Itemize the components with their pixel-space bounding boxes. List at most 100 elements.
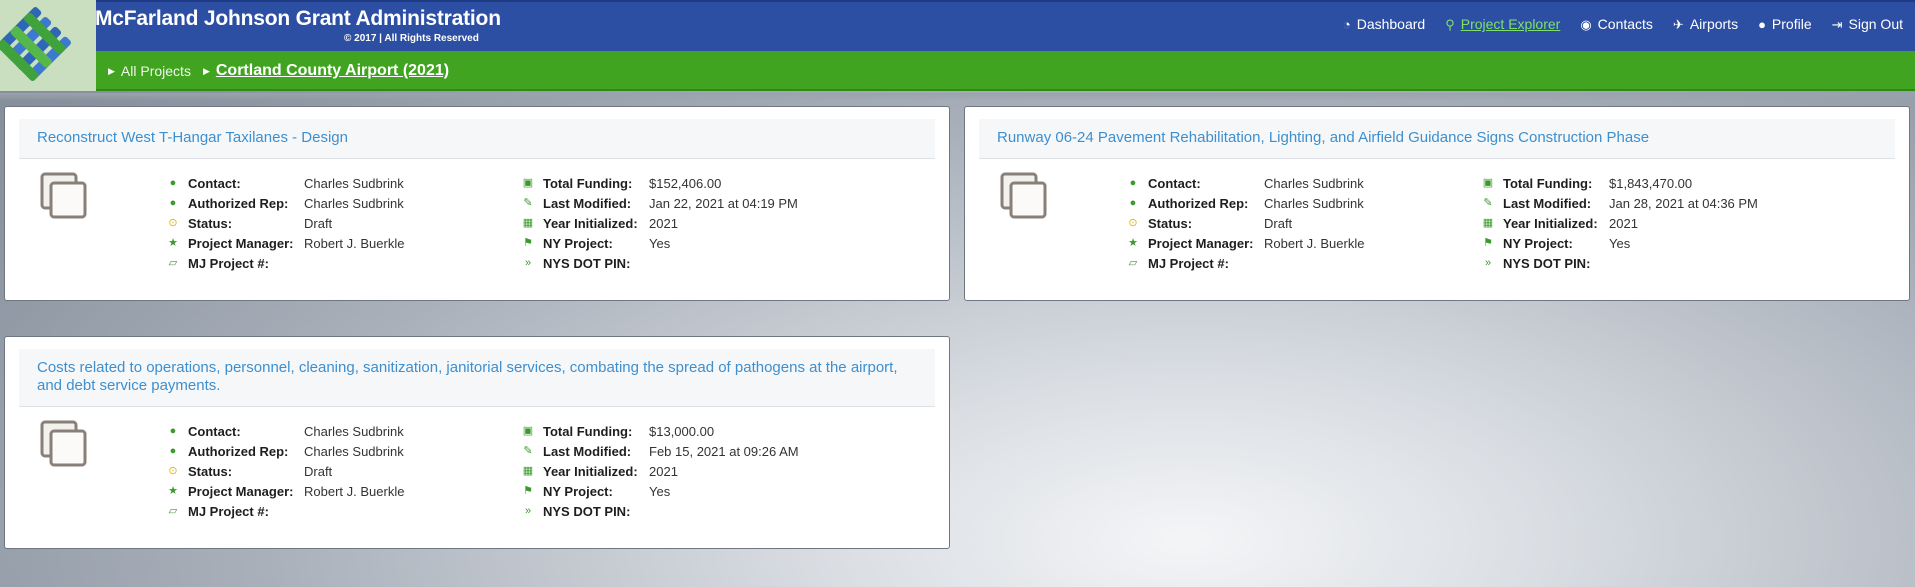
project-detail-column: ▣ Total Funding: $13,000.00 ✎ Last Modified:… (521, 421, 799, 521)
project-card-header: Runway 06-24 Pavement Rehabilitation, Li… (979, 119, 1895, 159)
detail-value: Charles Sudbrink (304, 175, 404, 191)
header-shadow (0, 93, 1915, 101)
folder-open-icon: ▱ (168, 504, 178, 517)
calendar-icon: ▦ (522, 464, 534, 477)
detail-row-total-funding: ▣ Total Funding: $13,000.00 (521, 421, 714, 441)
nav-profile-label: Profile (1771, 16, 1812, 32)
detail-label: Status: (188, 215, 233, 231)
double-chevron-right-icon: » (524, 256, 532, 269)
detail-row-year-initialized: ▦ Year Initialized: 2021 (1481, 213, 1638, 233)
double-chevron-right-icon: » (524, 504, 532, 517)
detail-value: 2021 (1609, 215, 1638, 231)
detail-row-nys-dot-pin: » NYS DOT PIN: (521, 501, 638, 521)
flag-icon: ⚑ (523, 236, 533, 249)
detail-row-mj-project: ▱ MJ Project #: (166, 501, 293, 521)
user-icon: ● (169, 176, 177, 189)
detail-row-contact: ● Contact: Charles Sudbrink (166, 421, 404, 441)
detail-label: NY Project: (1503, 235, 1573, 251)
detail-row-total-funding: ▣ Total Funding: $1,843,470.00 (1481, 173, 1692, 193)
detail-value: Yes (649, 235, 671, 251)
star-icon: ★ (168, 484, 178, 497)
edit-icon: ✎ (523, 444, 533, 457)
folder-open-icon: ▱ (1128, 256, 1138, 269)
detail-value: Charles Sudbrink (1264, 175, 1364, 191)
app-title: McFarland Johnson Grant Administration (95, 7, 501, 30)
copy-icon[interactable] (39, 171, 89, 224)
project-title-link[interactable]: Reconstruct West T-Hangar Taxilanes - De… (37, 129, 917, 147)
detail-label: Project Manager: (188, 235, 294, 251)
nav-profile[interactable]: ● Profile (1758, 16, 1812, 32)
star-icon: ★ (168, 236, 178, 249)
project-detail-column: ● Contact: Charles Sudbrink ● Authorized Rep… (166, 173, 404, 273)
user-icon: ● (169, 424, 177, 437)
calendar-icon: ▦ (522, 216, 534, 229)
detail-label: NY Project: (543, 483, 613, 499)
nav-contacts[interactable]: ◉ Contacts (1580, 16, 1653, 32)
flag-icon: ⚑ (523, 484, 533, 497)
detail-label: NYS DOT PIN: (1503, 255, 1591, 271)
project-title-link[interactable]: Costs related to operations, personnel, … (37, 359, 917, 395)
copy-icon[interactable] (39, 419, 89, 472)
detail-value: Yes (649, 483, 671, 499)
detail-row-status: ⊙ Status: Draft (166, 461, 332, 481)
breadcrumb-all-projects[interactable]: All Projects (121, 63, 191, 79)
folder-open-icon: ▱ (168, 256, 178, 269)
detail-value: Draft (304, 463, 333, 479)
detail-value: Charles Sudbrink (304, 423, 404, 439)
detail-label: MJ Project #: (188, 255, 269, 271)
detail-label: Project Manager: (1148, 235, 1254, 251)
detail-label: NYS DOT PIN: (543, 255, 631, 271)
double-chevron-right-icon: » (1484, 256, 1492, 269)
breadcrumb: ▶ All Projects ▶ Cortland County Airport… (108, 62, 449, 80)
detail-label: Project Manager: (188, 483, 294, 499)
detail-row-mj-project: ▱ MJ Project #: (166, 253, 293, 273)
company-logo[interactable] (0, 0, 96, 91)
nav-airports[interactable]: ✈ Airports (1673, 16, 1738, 32)
detail-label: Authorized Rep: (188, 443, 289, 459)
caret-right-icon: ▶ (202, 65, 210, 76)
detail-value: Yes (1609, 235, 1631, 251)
detail-row-last-modified: ✎ Last Modified: Feb 15, 2021 at 09:26 AM (521, 441, 798, 461)
dashboard-icon: ◔ (1342, 16, 1351, 32)
project-card: Runway 06-24 Pavement Rehabilitation, Li… (964, 106, 1910, 301)
detail-value: Jan 22, 2021 at 04:19 PM (649, 195, 798, 211)
detail-row-ny-project: ⚑ NY Project: Yes (521, 233, 670, 253)
detail-label: Contact: (188, 423, 241, 439)
detail-row-mj-project: ▱ MJ Project #: (1126, 253, 1253, 273)
detail-row-authorized-rep: ● Authorized Rep: Charles Sudbrink (166, 441, 404, 461)
nav-dashboard-label: Dashboard (1356, 16, 1426, 32)
detail-row-status: ⊙ Status: Draft (166, 213, 332, 233)
detail-label: Contact: (1148, 175, 1201, 191)
money-icon: ▣ (522, 176, 534, 189)
nav-sign-out[interactable]: ⇥ Sign Out (1832, 16, 1903, 32)
detail-label: Last Modified: (543, 443, 632, 459)
detail-label: Last Modified: (1503, 195, 1592, 211)
project-detail-column: ● Contact: Charles Sudbrink ● Authorized Rep… (166, 421, 404, 521)
project-title-link[interactable]: Runway 06-24 Pavement Rehabilitation, Li… (997, 129, 1877, 147)
nav-sign-out-label: Sign Out (1848, 16, 1903, 32)
nav-airports-label: Airports (1689, 16, 1739, 32)
detail-row-last-modified: ✎ Last Modified: Jan 22, 2021 at 04:19 PM (521, 193, 798, 213)
plane-icon: ✈ (1672, 16, 1684, 32)
breadcrumb-current-project[interactable]: Cortland County Airport (2021) (216, 62, 449, 80)
detail-label: Year Initialized: (543, 463, 638, 479)
project-card: Costs related to operations, personnel, … (4, 336, 950, 549)
detail-label: MJ Project #: (1148, 255, 1229, 271)
detail-value: Robert J. Buerkle (1264, 235, 1365, 251)
detail-row-authorized-rep: ● Authorized Rep: Charles Sudbrink (1126, 193, 1364, 213)
detail-value: 2021 (649, 463, 678, 479)
nav-project-explorer[interactable]: ⚲ Project Explorer (1445, 16, 1560, 32)
detail-row-nys-dot-pin: » NYS DOT PIN: (521, 253, 638, 273)
edit-icon: ✎ (523, 196, 533, 209)
detail-label: Total Funding: (543, 423, 633, 439)
project-card-header: Costs related to operations, personnel, … (19, 349, 935, 407)
detail-label: Status: (1148, 215, 1193, 231)
status-circle-icon: ⊙ (168, 464, 178, 477)
detail-label: Contact: (188, 175, 241, 191)
copy-icon[interactable] (999, 171, 1049, 224)
user-icon: ● (169, 444, 177, 457)
detail-value: Robert J. Buerkle (304, 235, 405, 251)
user-icon: ● (1129, 176, 1137, 189)
nav-dashboard[interactable]: ◔ Dashboard (1343, 16, 1425, 32)
detail-row-project-manager: ★ Project Manager: Robert J. Buerkle (166, 233, 404, 253)
